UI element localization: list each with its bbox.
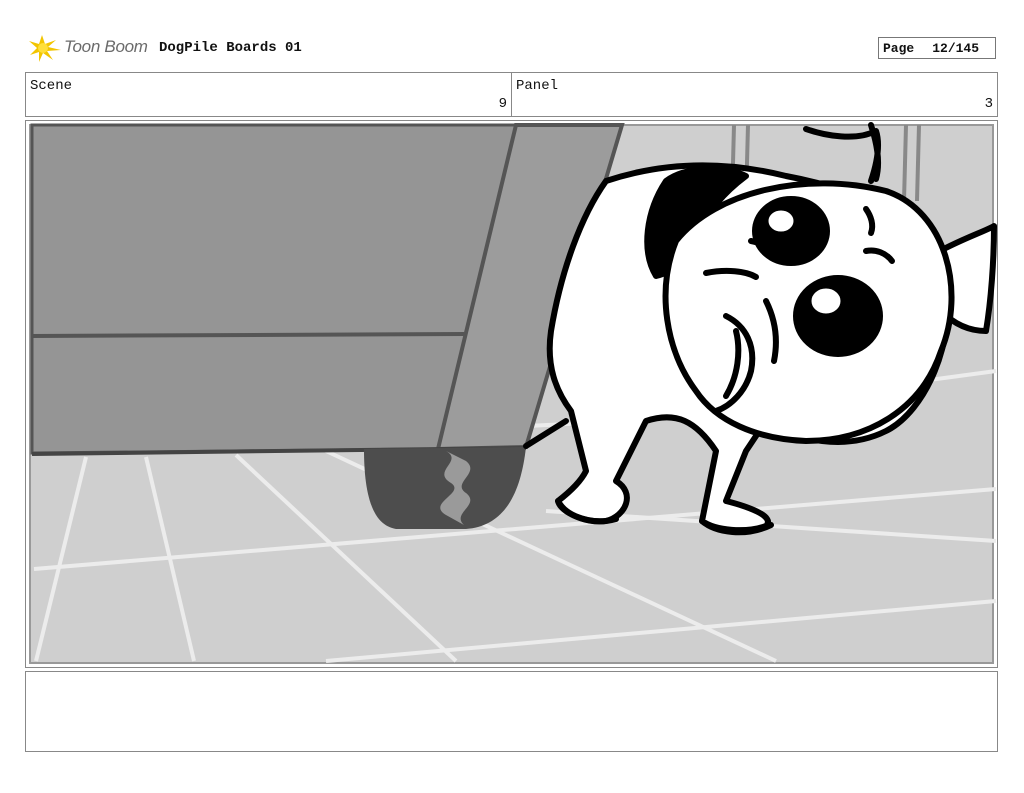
panel-label: Panel bbox=[516, 78, 559, 94]
scene-number: 9 bbox=[498, 96, 507, 112]
project-title: DogPile Boards 01 bbox=[159, 40, 302, 56]
notes-box bbox=[25, 671, 998, 752]
toon-boom-logo-icon bbox=[29, 35, 61, 62]
brand-name: Toon Boom bbox=[64, 37, 148, 56]
page-number: 12/145 bbox=[932, 40, 980, 56]
panel-cell: Panel 3 bbox=[512, 73, 997, 116]
page-indicator: Page 12/145 bbox=[878, 37, 996, 59]
panel-number: 3 bbox=[984, 96, 993, 112]
scene-cell: Scene 9 bbox=[26, 73, 512, 116]
page-label: Page bbox=[883, 40, 915, 56]
toon-boom-logo: Toon Boom bbox=[28, 31, 148, 63]
storyboard-frame bbox=[25, 120, 998, 668]
scene-panel-row: Scene 9 Panel 3 bbox=[25, 72, 998, 117]
scene-label: Scene bbox=[30, 78, 73, 94]
storyboard-drawing bbox=[29, 122, 997, 664]
